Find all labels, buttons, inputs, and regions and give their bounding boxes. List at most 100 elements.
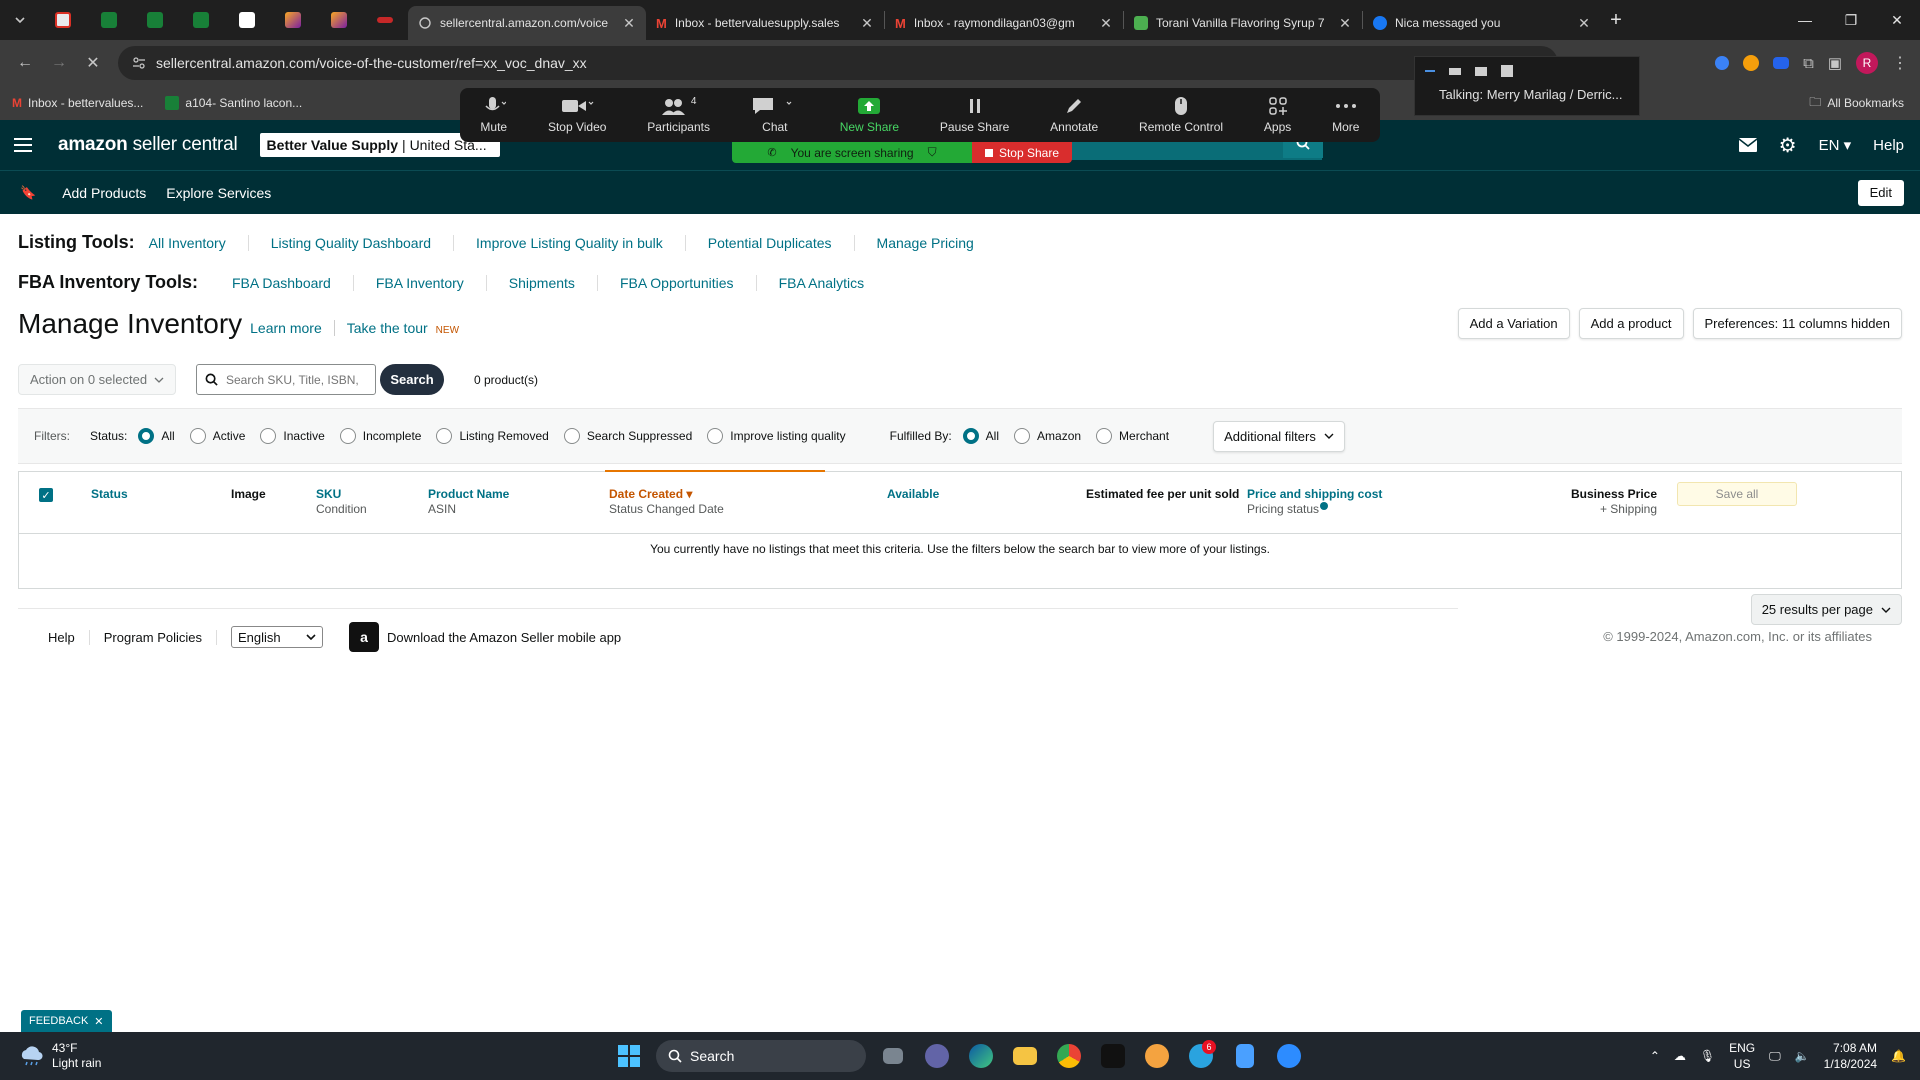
tab-inbox-bettervalue[interactable]: M Inbox - bettervaluesupply.sales ✕ <box>646 6 884 40</box>
help-link[interactable]: Help <box>1873 137 1904 154</box>
learn-more-link[interactable]: Learn more <box>250 320 335 336</box>
col-sku[interactable]: SKU Condition <box>316 487 367 517</box>
add-variation-button[interactable]: Add a Variation <box>1457 308 1570 339</box>
radio-button[interactable] <box>1014 428 1031 444</box>
telegram-icon[interactable]: 6 <box>1184 1039 1218 1073</box>
window-close-icon[interactable]: ✕ <box>1874 0 1920 40</box>
restore-icon[interactable]: ❐ <box>1828 0 1874 40</box>
radio-button[interactable] <box>563 428 580 444</box>
seller-central-logo[interactable]: amazon seller central <box>58 134 238 156</box>
pinned-tab-red[interactable] <box>362 0 408 40</box>
pinned-tab-photos[interactable] <box>40 0 86 40</box>
status-radio-inactive[interactable]: Inactive <box>260 428 325 444</box>
tiktok-icon[interactable] <box>1096 1039 1130 1073</box>
col-price-shipping[interactable]: Price and shipping cost Pricing status <box>1247 487 1382 517</box>
settings-gear-icon[interactable]: ⚙ <box>1779 133 1797 158</box>
tab-torani[interactable]: Torani Vanilla Flavoring Syrup 7 ✕ <box>1124 6 1362 40</box>
bookmark-inbox[interactable]: M Inbox - bettervalues... <box>12 96 143 110</box>
extensions-puzzle-icon[interactable]: ⧉ <box>1803 55 1814 72</box>
pinned-tab-sheets-3[interactable] <box>178 0 224 40</box>
close-icon[interactable]: ✕ <box>860 15 874 32</box>
hamburger-menu-icon[interactable] <box>14 138 32 152</box>
status-radio-incomplete[interactable]: Incomplete <box>339 428 421 444</box>
minimize-icon[interactable]: — <box>1782 0 1828 40</box>
zoom-participants-button[interactable]: 4 Participants <box>647 96 710 135</box>
onedrive-off-icon[interactable]: ☁ <box>1674 1049 1686 1063</box>
zoom-new-share-button[interactable]: New Share <box>840 96 899 134</box>
volume-icon[interactable]: 🔈 <box>1795 1049 1810 1063</box>
stop-share-button[interactable]: Stop Share <box>972 142 1072 163</box>
all-bookmarks[interactable]: 🗀 All Bookmarks <box>1809 93 1920 114</box>
side-panel-icon[interactable]: ▣ <box>1828 54 1842 72</box>
status-radio-active[interactable]: Active <box>189 428 245 444</box>
subnav-add-products[interactable]: Add Products <box>62 185 146 201</box>
network-icon[interactable]: 🖵 <box>1769 1049 1781 1064</box>
minimize-view-icon[interactable] <box>1425 70 1435 72</box>
preferences-button[interactable]: Preferences: 11 columns hidden <box>1692 308 1902 339</box>
col-date-created[interactable]: Date Created ▾ Status Changed Date <box>609 487 724 517</box>
link-fba-dashboard[interactable]: FBA Dashboard <box>232 274 354 291</box>
inventory-search-input[interactable] <box>226 372 366 387</box>
feedback-tab[interactable]: FEEDBACK ✕ <box>21 1010 112 1032</box>
pinned-tab-sheets-2[interactable] <box>132 0 178 40</box>
tab-inbox-raymond[interactable]: M Inbox - raymondilagan03@gm ✕ <box>885 6 1123 40</box>
extension-icon-1[interactable] <box>1715 56 1730 70</box>
subnav-explore-services[interactable]: Explore Services <box>166 185 271 201</box>
edit-button[interactable]: Edit <box>1857 179 1904 206</box>
status-radio-all[interactable]: All <box>138 428 175 444</box>
footer-language-select[interactable]: English <box>231 626 324 648</box>
profile-avatar[interactable]: R <box>1856 52 1878 74</box>
gallery-view-icon[interactable] <box>1501 65 1513 77</box>
windows-start-icon[interactable] <box>612 1039 646 1073</box>
link-potential-duplicates[interactable]: Potential Duplicates <box>686 234 855 251</box>
footer-help-link[interactable]: Help <box>48 629 90 645</box>
notepad-icon[interactable] <box>1228 1039 1262 1073</box>
link-fba-inventory[interactable]: FBA Inventory <box>354 274 487 291</box>
pinned-tab-sheets-1[interactable] <box>86 0 132 40</box>
take-tour-link[interactable]: Take the tour <box>347 320 428 336</box>
col-product-name[interactable]: Product Name ASIN <box>428 487 509 517</box>
add-product-button[interactable]: Add a product <box>1578 308 1684 339</box>
link-shipments[interactable]: Shipments <box>487 274 598 291</box>
zoom-apps-button[interactable]: Apps <box>1264 96 1291 134</box>
select-all-checkbox[interactable]: ✓ <box>39 488 53 502</box>
radio-button[interactable] <box>339 428 356 444</box>
zoom-pause-share-button[interactable]: Pause Share <box>940 96 1009 134</box>
inventory-search-field[interactable] <box>196 364 376 395</box>
edge-icon[interactable] <box>964 1039 998 1073</box>
fulfilled-radio-amazon[interactable]: Amazon <box>1014 428 1081 444</box>
status-radio-improve-quality[interactable]: Improve listing quality <box>707 428 846 444</box>
status-radio-search-suppressed[interactable]: Search Suppressed <box>563 428 692 444</box>
tab-seller-central[interactable]: sellercentral.amazon.com/voice ✕ <box>408 6 646 40</box>
zoom-annotate-button[interactable]: Annotate <box>1050 96 1098 134</box>
pinned-tab-notion[interactable] <box>224 0 270 40</box>
forward-arrow-icon[interactable]: → <box>42 46 76 80</box>
notification-bell-icon[interactable]: 🔔 <box>1891 1049 1906 1063</box>
close-icon[interactable]: ✕ <box>94 1015 103 1028</box>
task-view-icon[interactable] <box>876 1039 910 1073</box>
mail-icon[interactable] <box>1738 138 1757 152</box>
fulfilled-radio-all[interactable]: All <box>962 428 999 444</box>
close-icon[interactable]: ✕ <box>1099 15 1113 32</box>
close-icon[interactable]: ✕ <box>622 15 636 32</box>
radio-button[interactable] <box>436 428 453 444</box>
strip-view-icon[interactable] <box>1475 66 1487 76</box>
fulfilled-radio-merchant[interactable]: Merchant <box>1096 428 1169 444</box>
system-clock[interactable]: 7:08 AM 1/18/2024 <box>1824 1040 1877 1072</box>
radio-button[interactable] <box>189 428 206 444</box>
download-app-link[interactable]: a Download the Amazon Seller mobile app <box>349 622 621 652</box>
input-language-indicator[interactable]: ENG US <box>1729 1040 1755 1072</box>
results-per-page-select[interactable]: 25 results per page <box>1750 594 1902 625</box>
zoom-more-button[interactable]: More <box>1332 96 1359 134</box>
radio-button[interactable] <box>1096 428 1113 444</box>
bulk-action-select[interactable]: Action on 0 selected <box>18 364 176 395</box>
col-available[interactable]: Available <box>887 487 939 502</box>
back-arrow-icon[interactable]: ← <box>8 46 42 80</box>
file-explorer-icon[interactable] <box>1008 1039 1042 1073</box>
mic-tray-icon[interactable]: 🎙 <box>1700 1049 1715 1063</box>
teams-chat-icon[interactable] <box>920 1039 954 1073</box>
game-app-icon[interactable] <box>1140 1039 1174 1073</box>
zoom-chat-button[interactable]: Chat <box>751 96 799 134</box>
radio-button[interactable] <box>260 428 277 444</box>
info-icon[interactable] <box>1320 502 1329 510</box>
